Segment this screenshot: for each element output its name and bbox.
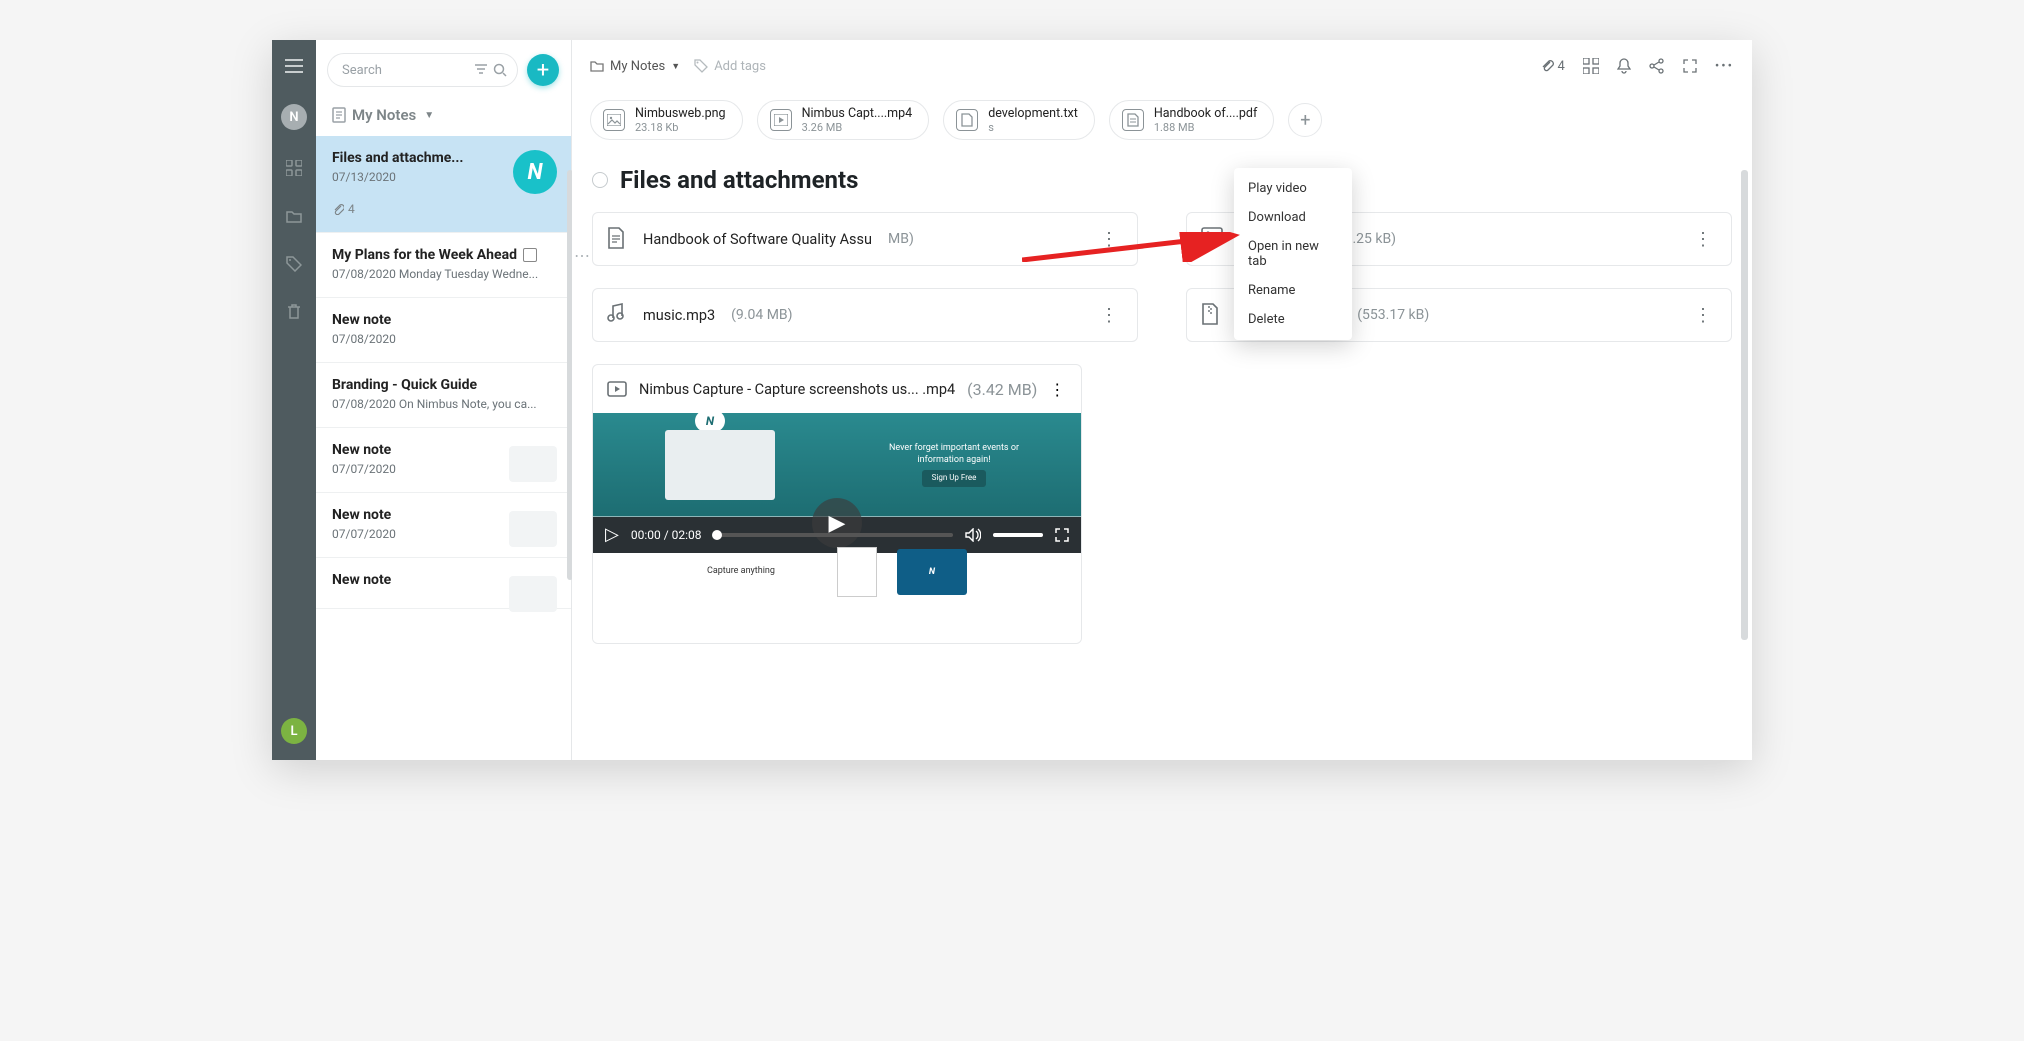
more-icon[interactable]: ••• bbox=[1715, 59, 1734, 74]
note-item[interactable]: Files and attachme... 07/13/2020 4 N bbox=[316, 136, 571, 233]
note-thumbnail: N bbox=[513, 150, 557, 194]
page-title: Files and attachments bbox=[620, 166, 858, 194]
video-icon bbox=[607, 381, 627, 397]
add-tags-button[interactable]: Add tags bbox=[694, 59, 766, 74]
video-caption: Capture anything bbox=[707, 566, 817, 578]
search-icon[interactable] bbox=[493, 63, 507, 77]
folder-header[interactable]: My Notes ▼ bbox=[316, 96, 571, 136]
note-attachments: 4 bbox=[332, 202, 555, 216]
file-menu-button[interactable]: ⋮ bbox=[1096, 225, 1123, 254]
apps-icon[interactable] bbox=[284, 158, 304, 178]
todo-radio[interactable] bbox=[592, 172, 608, 188]
file-grid: Handbook of Software Quality Assu MB) ⋮ … bbox=[592, 212, 1732, 644]
expand-icon[interactable] bbox=[1683, 59, 1697, 73]
attachment-chip[interactable]: development.txts bbox=[943, 100, 1095, 140]
image-icon bbox=[603, 109, 625, 131]
laptop-icon: N bbox=[897, 549, 967, 595]
attachment-chip[interactable]: Nimbus Capt....mp43.26 MB bbox=[757, 100, 930, 140]
app-frame: N L + My Notes bbox=[272, 40, 1752, 760]
video-preview[interactable]: N Never forget important events or infor… bbox=[593, 413, 1081, 643]
tag-icon bbox=[694, 59, 708, 73]
note-thumbnail bbox=[509, 511, 557, 547]
audio-icon bbox=[607, 303, 631, 327]
folder-icon bbox=[590, 60, 604, 72]
doc-icon bbox=[607, 227, 631, 251]
note-title: New note bbox=[332, 312, 555, 328]
preview-window bbox=[665, 430, 775, 500]
volume-bar[interactable] bbox=[993, 533, 1043, 537]
ctx-play-video[interactable]: Play video bbox=[1234, 174, 1352, 203]
file-menu-button[interactable]: ⋮ bbox=[1690, 301, 1717, 330]
trash-icon[interactable] bbox=[284, 302, 304, 322]
note-thumbnail bbox=[509, 446, 557, 482]
add-note-button[interactable]: + bbox=[527, 54, 559, 86]
workspace-avatar[interactable]: N bbox=[281, 104, 307, 130]
ctx-download[interactable]: Download bbox=[1234, 203, 1352, 232]
ctx-open-new-tab[interactable]: Open in new tab bbox=[1234, 232, 1352, 276]
doc-icon bbox=[1122, 109, 1144, 131]
note-item[interactable]: New note 07/08/2020 bbox=[316, 298, 571, 363]
notes-sidebar: + My Notes ▼ Files and attachme... 07/13… bbox=[316, 40, 572, 760]
breadcrumb[interactable]: My Notes ▼ bbox=[590, 59, 680, 74]
note-content: Files and attachments ⋯ Handbook of Soft… bbox=[572, 154, 1752, 760]
seek-bar[interactable] bbox=[714, 533, 953, 537]
file-menu-button[interactable]: ⋮ bbox=[1096, 301, 1123, 330]
text-icon bbox=[956, 109, 978, 131]
video-icon bbox=[770, 109, 792, 131]
video-card[interactable]: Nimbus Capture - Capture screenshots us.… bbox=[592, 364, 1082, 644]
file-card[interactable]: music.mp3 (9.04 MB) ⋮ bbox=[592, 288, 1138, 342]
share-icon[interactable] bbox=[1649, 58, 1665, 74]
note-date: 07/08/2020 Monday Tuesday Wedne... bbox=[332, 267, 555, 281]
note-item[interactable]: Branding - Quick Guide 07/08/2020 On Nim… bbox=[316, 363, 571, 428]
main-header: My Notes ▼ Add tags 4 ••• bbox=[572, 40, 1752, 92]
attachment-chips: Nimbusweb.png23.18 Kb Nimbus Capt....mp4… bbox=[572, 92, 1752, 154]
zip-icon bbox=[1201, 303, 1225, 327]
attachment-chip[interactable]: Nimbusweb.png23.18 Kb bbox=[590, 100, 743, 140]
note-title: Branding - Quick Guide bbox=[332, 377, 555, 393]
cloud-icon: N bbox=[695, 410, 725, 432]
chevron-down-icon: ▼ bbox=[671, 61, 680, 72]
folder-icon[interactable] bbox=[284, 206, 304, 226]
attachment-chip[interactable]: Handbook of....pdf1.88 MB bbox=[1109, 100, 1274, 140]
filter-icon[interactable] bbox=[475, 63, 487, 77]
file-card[interactable]: Handbook of Software Quality Assu MB) ⋮ bbox=[592, 212, 1138, 266]
drag-handle-icon[interactable]: ⋯ bbox=[574, 246, 590, 265]
bell-icon[interactable] bbox=[1617, 58, 1631, 74]
image-icon bbox=[1201, 227, 1225, 251]
add-attachment-button[interactable]: + bbox=[1288, 103, 1322, 137]
ctx-rename[interactable]: Rename bbox=[1234, 276, 1352, 305]
note-item[interactable]: New note 07/07/2020 bbox=[316, 428, 571, 493]
note-list: Files and attachme... 07/13/2020 4 N My … bbox=[316, 136, 571, 760]
header-actions: 4 ••• bbox=[1540, 58, 1734, 74]
paperclip-icon bbox=[332, 203, 344, 215]
scrollbar[interactable] bbox=[1741, 170, 1748, 640]
note-item[interactable]: My Plans for the Week Ahead 07/08/2020 M… bbox=[316, 233, 571, 298]
note-title: My Plans for the Week Ahead bbox=[332, 247, 555, 263]
note-item[interactable]: New note bbox=[316, 558, 571, 609]
note-icon bbox=[332, 107, 346, 123]
folder-indicator-icon bbox=[523, 248, 537, 262]
attachments-count[interactable]: 4 bbox=[1540, 59, 1565, 74]
main-panel: My Notes ▼ Add tags 4 ••• bbox=[572, 40, 1752, 760]
chevron-down-icon: ▼ bbox=[424, 110, 434, 121]
context-menu: Play video Download Open in new tab Rena… bbox=[1234, 168, 1352, 340]
menu-icon[interactable] bbox=[284, 56, 304, 76]
tag-icon[interactable] bbox=[284, 254, 304, 274]
note-date: 07/08/2020 bbox=[332, 332, 555, 346]
note-thumbnail bbox=[509, 576, 557, 612]
left-rail: N L bbox=[272, 40, 316, 760]
note-date: 07/08/2020 On Nimbus Note, you ca... bbox=[332, 397, 555, 411]
folder-name: My Notes bbox=[352, 106, 416, 124]
ctx-delete[interactable]: Delete bbox=[1234, 305, 1352, 334]
preview-sheet bbox=[837, 547, 877, 597]
file-menu-button[interactable]: ⋮ bbox=[1690, 225, 1717, 254]
note-item[interactable]: New note 07/07/2020 bbox=[316, 493, 571, 558]
video-slogan: Never forget important events or informa… bbox=[879, 443, 1029, 487]
file-menu-button[interactable]: ⋮ bbox=[1049, 380, 1065, 399]
user-avatar[interactable]: L bbox=[281, 718, 307, 744]
paperclip-icon bbox=[1540, 59, 1554, 73]
grid-view-icon[interactable] bbox=[1583, 58, 1599, 74]
